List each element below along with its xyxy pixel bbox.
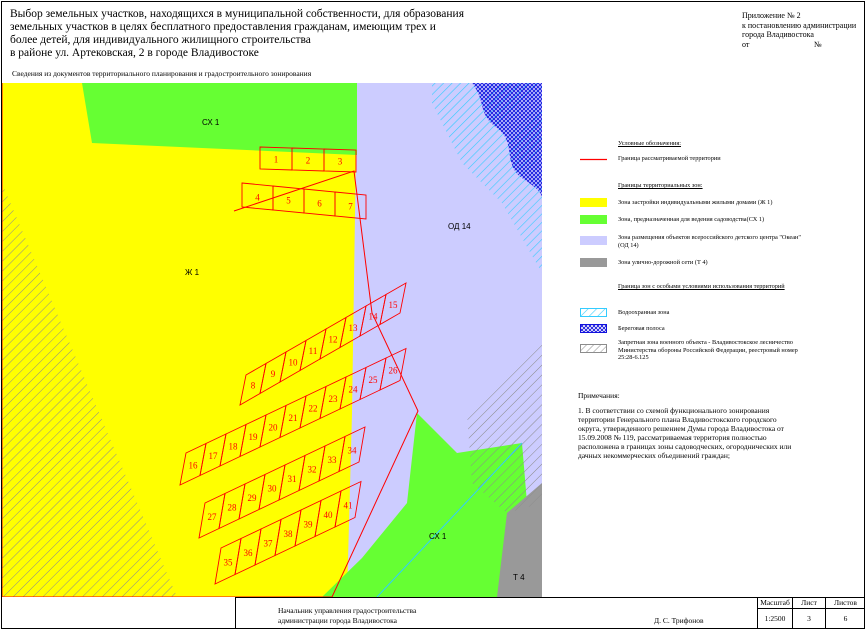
plot-number-label: 27 [208,512,218,522]
notes-heading: Примечания: [578,391,620,400]
plot-number-label: 3 [338,157,343,167]
appendix-line: к постановлению администрации [742,20,857,30]
plot-number-label: 28 [228,502,238,512]
position-line: Начальник управления градостроительства [278,606,417,615]
plot-number-label: 35 [224,557,234,567]
sheet-label: Лист [793,598,825,609]
plot-number-label: 38 [284,529,294,539]
plot-number-label: 22 [309,403,318,413]
notes-text: 1. В соответствии со схемой функциональн… [578,406,792,460]
scale-value: 1:2500 [764,614,786,623]
map-title: Выбор земельных участков, находящихся в … [10,8,480,60]
scale-cell: Масштаб 1:2500 [757,598,792,629]
legend-label: Водоохранная зона [618,309,670,316]
title-line: земельных участков в целях бесплатного п… [10,21,436,33]
notes-block: Примечания: 1. В соответствии со схемой … [578,391,798,460]
plot-number-label: 29 [248,493,258,503]
legend-label: Береговая полоса [618,325,665,332]
sheet-cell: Лист 3 [792,598,825,629]
plot-number-label: 17 [209,451,219,461]
legend-label: Граница рассматриваемой территории [618,155,721,162]
signatory-position: Начальник управления градостроительства … [278,606,416,626]
title-line: Выбор земельных участков, находящихся в … [10,8,464,20]
legend-label: Запретная зона военного объекта - Владив… [618,339,798,361]
sheets-cell: Листов 6 [825,598,865,629]
position-line: администрации города Владивостока [278,616,398,625]
t4-swatch-icon [580,258,607,267]
plot-number-label: 12 [329,334,338,344]
zone-label-sx1-bottom: СХ 1 [429,532,447,541]
plot-number-label: 14 [369,311,379,321]
title-line: более детей, для индивидуального жилищно… [10,34,311,46]
plot-number-label: 32 [308,464,317,474]
zone-sx1-top-area [82,83,357,155]
legend-heading: Условные обозначения: [618,140,681,147]
plot-number-label: 4 [255,193,260,203]
plot-number-label: 9 [271,369,276,379]
plot-number-label: 41 [344,500,353,510]
signatory-name: Д. С. Трифонов [654,616,704,625]
plot-number-label: 11 [309,346,318,356]
plot-number-label: 6 [317,199,322,209]
legend-zones-heading: Границы территориальных зон: [618,182,703,189]
appendix-line: Приложение № 2 [742,11,801,20]
plot-number-label: 23 [329,394,339,404]
legend-label: Зона застройки индивидуальными жилыми до… [618,199,773,206]
plot-number-label: 25 [369,375,379,385]
zh1-swatch-icon [580,198,607,207]
plot-number-label: 34 [348,445,358,455]
legend-label: Зона размещения объектов всероссийского … [618,234,801,249]
plot-number-label: 16 [189,460,199,470]
map-subtitle: Сведения из документов территориального … [12,69,312,78]
sheets-value: 6 [843,614,848,623]
plot-number-label: 18 [229,441,239,451]
plot-number-label: 36 [244,548,254,558]
appendix-line: города Владивостока [742,30,814,39]
plot-number-label: 20 [269,422,279,432]
plot-number-label: 31 [288,474,297,484]
plot-number-label: 19 [249,432,259,442]
plot-number-label: 21 [289,413,298,423]
zone-label-od14: ОД 14 [448,222,471,231]
sheets-label: Листов [826,598,865,609]
military-zone-swatch-icon [580,344,607,353]
legend-label: Зона, предназначенная для ведения садово… [618,216,765,223]
title-block: Начальник управления градостроительства … [235,597,865,629]
zone-label-zh1: Ж 1 [185,268,200,277]
appendix-note: Приложение № 2 к постановлению администр… [742,11,862,49]
zoning-map: СХ 1 Ж 1 ОД 14 СХ 1 Т 4 1 2 34 5 6 7891011121… [2,83,542,597]
plot-number-label: 24 [349,384,359,394]
title-line: в районе ул. Артековская, 2 в городе Вла… [10,47,259,59]
plot-number-label: 26 [389,365,399,375]
zone-label-sx1-top: СХ 1 [202,118,220,127]
sheet-value: 3 [807,614,811,623]
plot-number-label: 13 [349,323,359,333]
boundary-line-icon [580,158,607,161]
appendix-number: № [814,39,822,49]
appendix-from: от [742,39,750,49]
plot-number-label: 7 [348,202,353,212]
legend-label: Зона улично-дорожной сети (Т 4) [618,259,708,266]
shore-strip-swatch-icon [580,324,607,333]
zone-label-t4: Т 4 [513,573,525,582]
plot-number-label: 30 [268,483,278,493]
plot-number-label: 40 [324,510,334,520]
plot-number-label: 15 [389,300,399,310]
plot-number-label: 10 [289,357,299,367]
plot-number-label: 8 [251,380,256,390]
plot-number-label: 33 [328,455,338,465]
water-zone-swatch-icon [580,308,607,317]
sx1-swatch-icon [580,215,607,224]
plot-number-label: 37 [264,538,274,548]
plot-number-label: 2 [306,156,311,166]
od14-swatch-icon [580,236,607,245]
plot-number-label: 5 [286,196,291,206]
plot-number-label: 39 [304,519,314,529]
scale-label: Масштаб [758,598,792,609]
legend-special-heading: Граница зон с особыми условиями использо… [618,283,785,290]
plot-number-label: 1 [274,155,279,165]
